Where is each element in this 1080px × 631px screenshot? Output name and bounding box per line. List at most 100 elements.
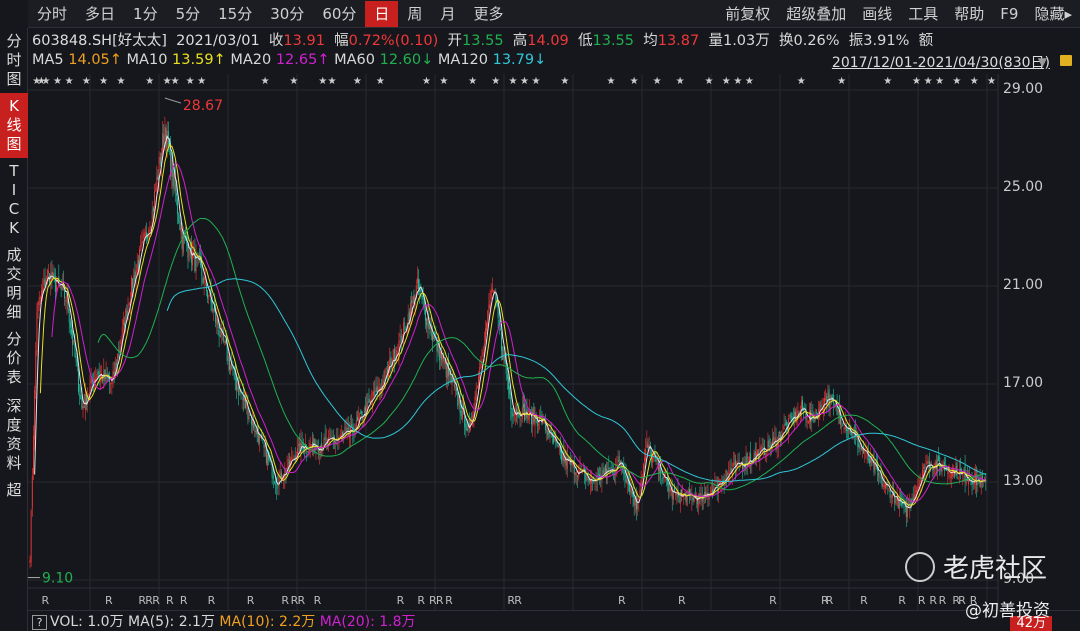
unlock-icon[interactable] [1060,55,1072,66]
candle-body [898,497,900,510]
sidebar-item[interactable]: 深 度 资 料 [0,393,28,477]
candle-body [132,278,134,288]
candle-body [369,399,371,402]
tab-period[interactable]: 15分 [209,1,261,27]
candle-body [255,427,257,435]
toolbar-menu-item[interactable]: 工具 [900,1,946,27]
volume-value: 量1.03万 [708,33,770,49]
candle-body [355,419,357,429]
tab-period[interactable]: 周 [398,1,431,27]
candle-body [480,363,482,368]
candle-body [136,263,138,273]
candle-body [878,473,880,476]
candle-body [175,193,177,196]
candle-body [342,432,343,435]
candle-body [307,450,309,452]
help-icon[interactable]: ? [32,615,47,630]
candle-body [742,461,744,470]
tab-period[interactable]: 5分 [167,1,210,27]
event-star-icon: ★ [422,76,431,87]
ma120-line [166,278,986,482]
sidebar-item[interactable]: 分 时 图 [0,28,28,93]
candle-body [264,446,266,448]
candle-body [519,418,521,419]
candle-body [110,382,112,384]
event-star-icon: ★ [186,76,195,87]
dropdown-triangle-icon[interactable]: ▼ [1038,55,1047,69]
kline-chart[interactable]: 28.67 9.10 ★ ★ ★ ★ ★ ★ ★ ★ ★ ★ ★ ★ ★ ★ ★ ★ ★ ★ ★ ★ ★ ★ ★ ★ ★ ★ ★ ★ ★ ★ ★… [28,74,1003,610]
tab-period[interactable]: 月 [431,1,464,27]
event-star-icon: ★ [630,76,639,87]
candle-body [947,470,949,474]
candle-body [257,432,259,443]
candle-body [133,275,135,286]
event-star-icon: ★ [722,76,731,87]
event-star-icon: ★ [353,76,362,87]
event-star-icon: ★ [171,76,180,87]
candle-body [490,290,492,299]
sidebar-item[interactable]: 超 [0,477,28,504]
candle-body [783,425,785,430]
toolbar-menu-item[interactable]: 前复权 [717,1,778,27]
rights-marker: R [929,594,937,607]
candle-body [455,387,456,388]
sidebar-item[interactable]: K 线 图 [0,93,28,158]
event-star-icon: ★ [970,76,979,87]
candle-body [725,475,727,477]
rights-marker: R [445,594,453,607]
candle-body [868,458,870,464]
tab-period[interactable]: 多日 [76,1,124,27]
candle-body [408,311,410,322]
toolbar-menu-item[interactable]: 帮助 [946,1,992,27]
candle-body [820,405,822,407]
candle-body [928,460,930,469]
candle-body [630,487,632,493]
rights-marker: R [281,594,289,607]
candle-body [494,290,496,292]
rights-marker: R [918,594,926,607]
toolbar-menu-item[interactable]: 画线 [854,1,900,27]
candle-body [666,478,667,480]
candle-body [828,389,830,408]
candle-body [330,436,332,438]
tab-period[interactable]: 30分 [261,1,313,27]
toolbar-menu-item[interactable]: 隐藏▸ [1026,1,1080,27]
candle-body [521,407,523,419]
candle-body [848,429,850,431]
avg-value: 13.87 [657,33,700,49]
candle-body [360,410,362,414]
candle-body [950,473,952,479]
candle-body [243,398,245,402]
toolbar-menu-item[interactable]: 超级叠加 [778,1,854,27]
candle-body [669,489,671,493]
candle-body [73,340,75,343]
candle-body [293,458,295,460]
candle-body [538,424,539,426]
candle-body [762,444,764,446]
tab-period[interactable]: 60分 [313,1,365,27]
candle-body [604,464,606,473]
tab-period[interactable]: 分时 [28,1,76,27]
date-range-selector[interactable]: 2017/12/01-2021/04/30(830日) [832,52,1050,72]
sidebar-item[interactable]: T I C K [0,158,28,242]
tab-period[interactable]: 日 [365,0,399,27]
candle-body [416,277,418,284]
event-star-icon: ★ [935,76,944,87]
candle-body [554,438,556,441]
event-star-icon: ★ [653,76,662,87]
tab-period[interactable]: 1分 [124,1,167,27]
event-star-icon: ★ [509,76,518,87]
candle-body [882,483,884,487]
candle-body [79,395,81,397]
candle-body [934,462,936,467]
rights-marker: R [314,594,322,607]
sidebar-item[interactable]: 成 交 明 细 [0,242,28,326]
candle-body [375,387,377,393]
candle-body [152,207,154,212]
candle-body [484,328,486,342]
candle-body [932,467,934,471]
tab-period[interactable]: 更多 [464,1,512,27]
sidebar-item[interactable]: 分 价 表 [0,326,28,391]
candle-body [921,469,923,477]
toolbar-menu-item[interactable]: F9 [992,1,1026,27]
